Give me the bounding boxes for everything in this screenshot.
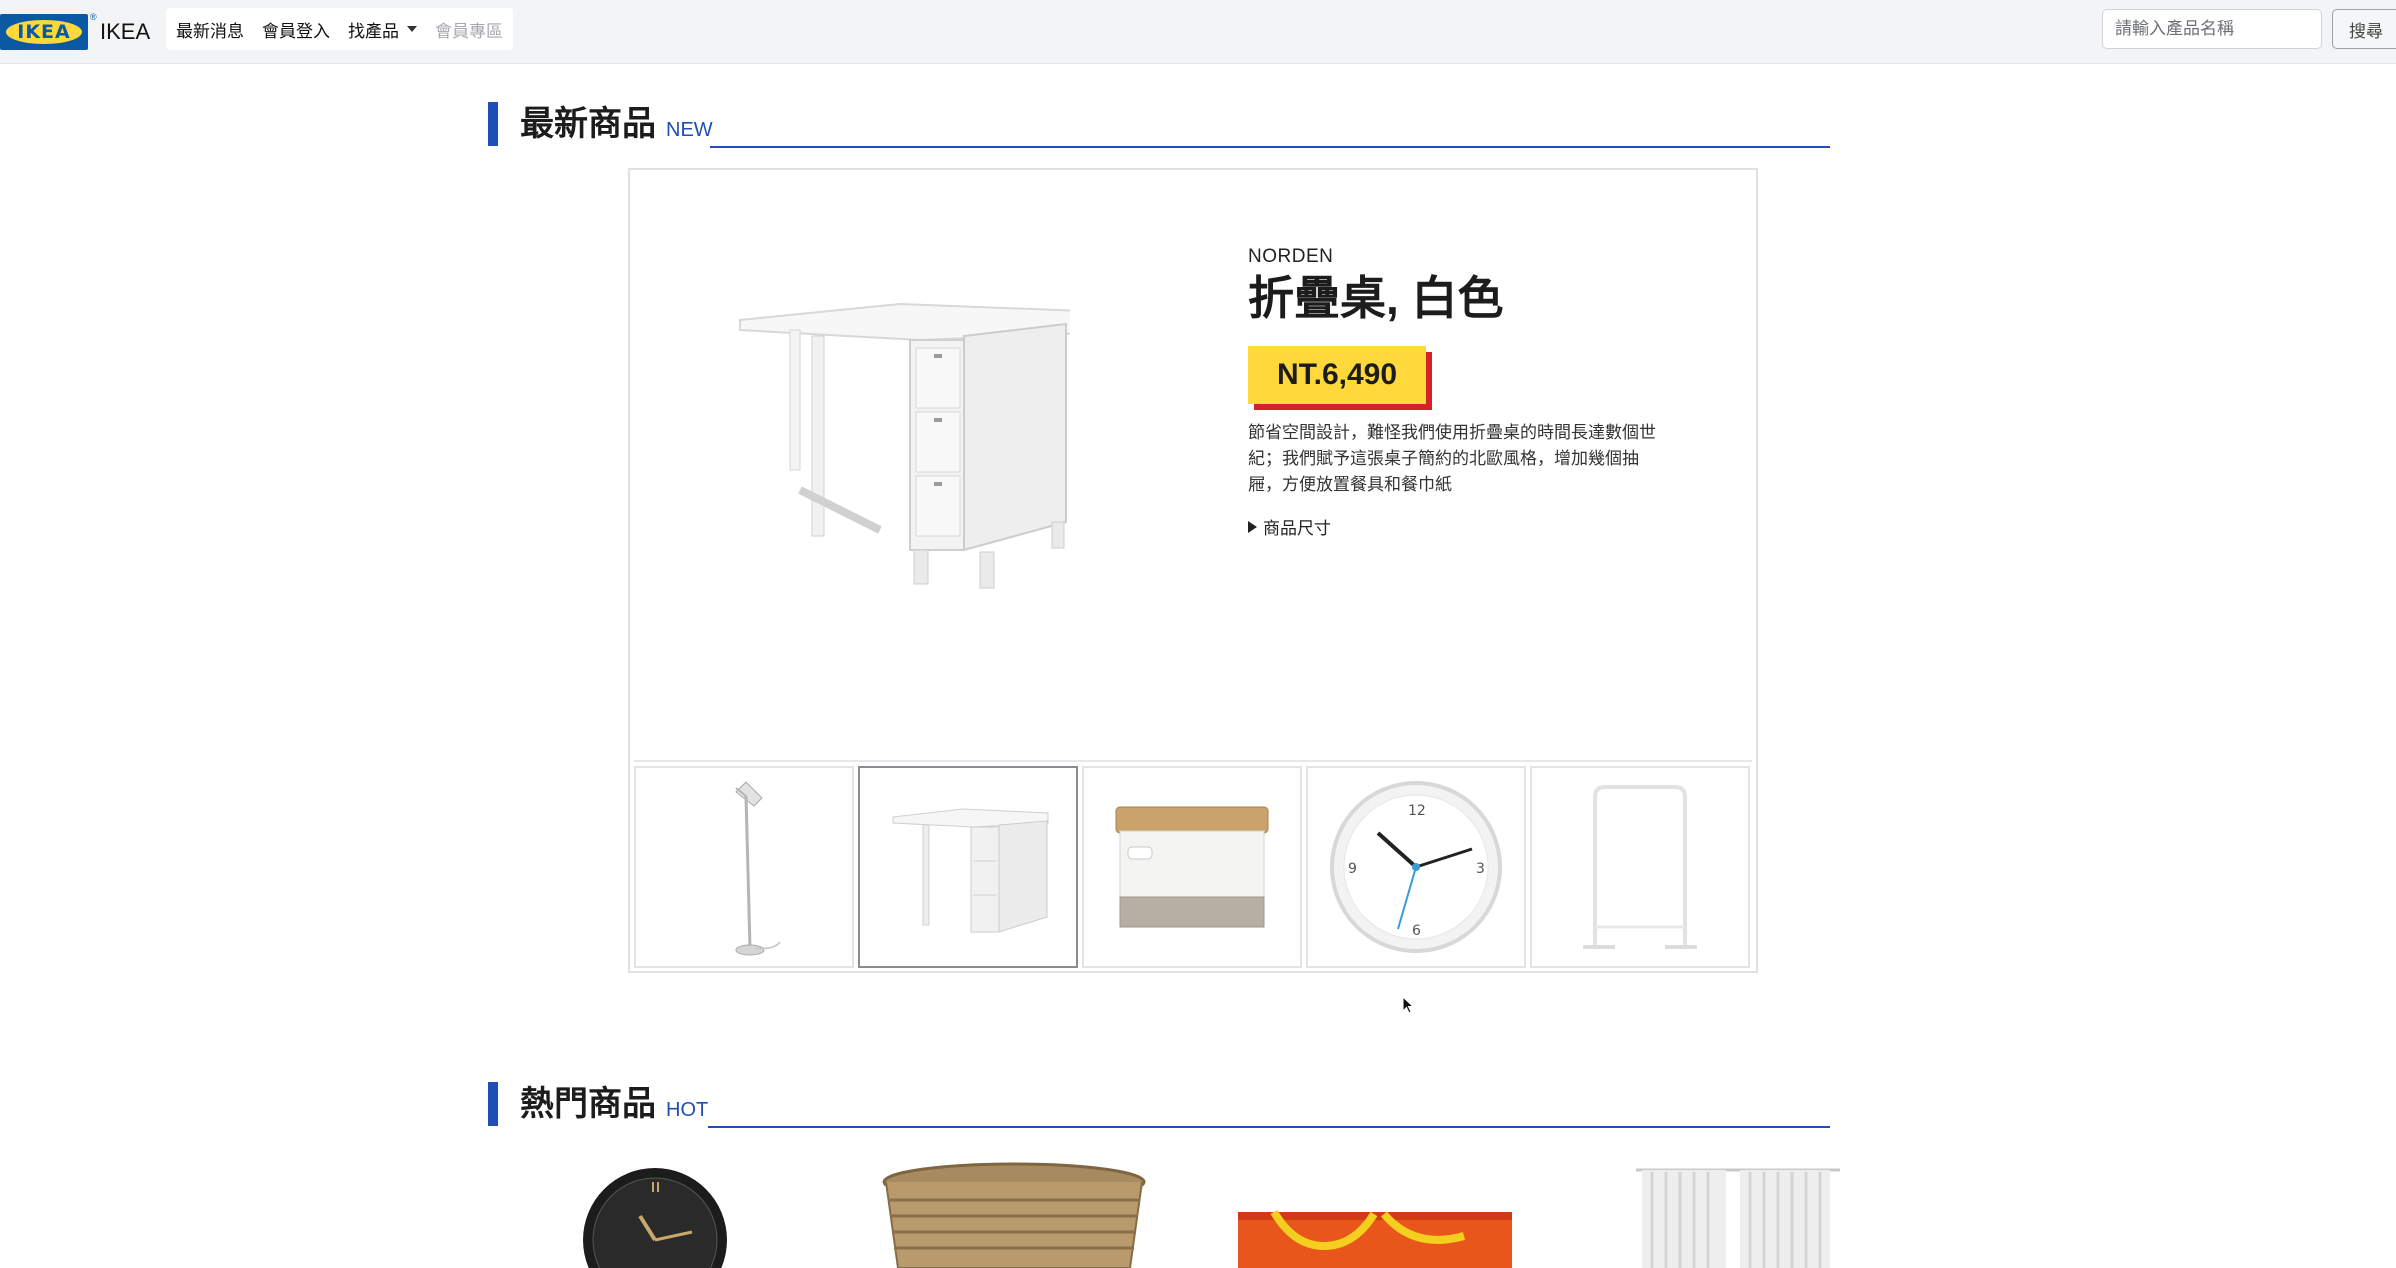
thumbnail-wall-clock[interactable]: 12 3 6 9 — [1306, 766, 1526, 968]
product-description: 節省空間設計，難怪我們使用折疊桌的時間長達數個世紀；我們賦予這張桌子簡約的北歐風… — [1248, 423, 1656, 494]
new-section-title: 最新商品 — [520, 105, 656, 143]
svg-text:3: 3 — [1476, 861, 1485, 877]
floor-lamp-icon — [735, 781, 781, 956]
folding-table-icon — [892, 808, 1049, 933]
search-button[interactable]: 搜尋 — [2332, 9, 2396, 49]
thumbnail-clothes-rack[interactable] — [1530, 766, 1750, 968]
top-navbar: IKEA ® IKEA 最新消息 會員登入 找產品 會員專區 搜尋 — [0, 0, 2396, 64]
wall-clock-icon: 12 3 6 9 — [1330, 781, 1502, 953]
product-price: NT.6,490 — [1248, 346, 1426, 404]
product-series: NORDEN — [1248, 246, 1334, 267]
dimensions-label: 商品尺寸 — [1263, 519, 1331, 538]
registered-mark: ® — [90, 12, 97, 22]
folding-table-image[interactable] — [730, 290, 1070, 590]
dimensions-toggle[interactable]: 商品尺寸 — [1248, 514, 1668, 539]
search-input[interactable] — [2102, 9, 2322, 49]
nav-dropdown-products-label: 找產品 — [348, 21, 399, 41]
thumbnail-storage-box[interactable] — [1082, 766, 1302, 968]
thumbnail-folding-table[interactable] — [858, 766, 1078, 968]
search-form: 搜尋 — [2102, 9, 2396, 49]
new-section-subtitle: NEW — [666, 119, 713, 141]
nav-link-news[interactable]: 最新消息 — [176, 17, 244, 42]
hot-section-subtitle: HOT — [666, 1099, 709, 1121]
svg-text:9: 9 — [1348, 861, 1357, 877]
product-info: NORDEN 折疊桌, 白色 NT.6,490 節省空間設計，難怪我們使用折疊桌… — [1248, 246, 1668, 539]
svg-text:12: 12 — [1408, 803, 1426, 819]
heading-accent-bar — [488, 1082, 498, 1126]
heading-underline — [708, 1126, 1830, 1128]
wicker-basket-icon[interactable] — [878, 1160, 1150, 1268]
mouse-cursor-icon — [1402, 996, 1414, 1014]
curtain-icon[interactable] — [1636, 1164, 1840, 1268]
heading-underline — [710, 146, 1830, 148]
caret-down-icon — [407, 26, 417, 32]
black-clock-icon[interactable] — [580, 1160, 730, 1268]
heading-accent-bar — [488, 102, 498, 146]
brand-name[interactable]: IKEA — [100, 19, 150, 45]
brand[interactable]: IKEA ® IKEA — [0, 12, 150, 50]
clothes-rack-icon — [1583, 785, 1697, 949]
thumbnail-floor-lamp[interactable] — [634, 766, 854, 968]
featured-carousel: NORDEN 折疊桌, 白色 NT.6,490 節省空間設計，難怪我們使用折疊桌… — [628, 168, 1758, 973]
hot-section-title: 熱門商品 — [520, 1085, 656, 1123]
nav-link-login[interactable]: 會員登入 — [262, 17, 330, 42]
nav-dropdown-products[interactable]: 找產品 — [348, 17, 417, 42]
storage-box-icon — [1115, 806, 1269, 928]
logo-text: IKEA — [17, 21, 71, 43]
svg-text:6: 6 — [1412, 923, 1421, 939]
hot-section-heading: 熱門商品 HOT — [488, 1082, 1830, 1128]
new-section-heading: 最新商品 NEW — [488, 102, 1830, 148]
triangle-right-icon — [1248, 520, 1257, 533]
shopping-bag-icon[interactable] — [1234, 1206, 1516, 1268]
nav-links: 最新消息 會員登入 找產品 會員專區 — [166, 8, 513, 50]
ikea-logo-icon[interactable]: IKEA — [0, 14, 88, 50]
product-name: 折疊桌, 白色 — [1248, 272, 1504, 324]
thumbnail-strip: 12 3 6 9 — [634, 760, 1752, 968]
nav-link-member-area: 會員專區 — [435, 21, 503, 41]
price-tag: NT.6,490 — [1248, 346, 1432, 410]
